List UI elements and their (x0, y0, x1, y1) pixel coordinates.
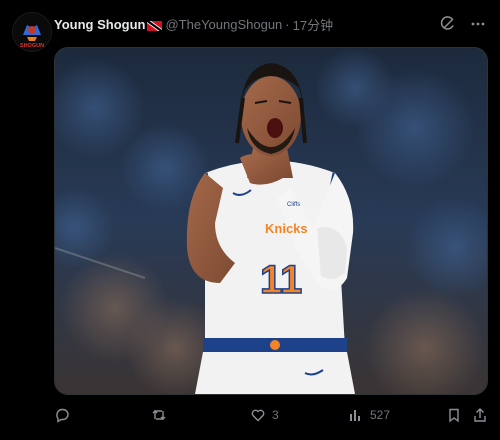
bookmark-icon (446, 407, 462, 423)
retweet-icon (151, 407, 167, 423)
reply-button[interactable] (54, 407, 76, 423)
timestamp[interactable]: 17分钟 (293, 15, 333, 34)
tweet-media-photo[interactable]: 11 Knicks Cliffs (54, 47, 488, 395)
views-icon (348, 407, 364, 423)
share-icon (472, 407, 488, 423)
tweet-header: Young Shogun @TheYoungShogun · 17分钟 (54, 14, 486, 34)
like-count: 3 (272, 408, 279, 422)
separator-dot: · (285, 16, 290, 32)
bookmark-button[interactable] (446, 407, 462, 423)
flag-icon (147, 19, 163, 31)
basketball-player-photo: 11 Knicks Cliffs (55, 48, 487, 394)
views-button[interactable]: 527 (348, 407, 390, 423)
avatar-text: SHOGUN (20, 43, 44, 49)
tweet-action-bar: 3 527 (54, 404, 486, 426)
jersey-logo-text: Cliffs (287, 202, 300, 208)
retweet-button[interactable] (151, 407, 173, 423)
avatar-image: SHOGUN (13, 13, 51, 51)
author-handle[interactable]: @TheYoungShogun (165, 17, 282, 32)
author-name[interactable]: Young Shogun (54, 17, 145, 32)
grok-icon[interactable] (440, 16, 456, 32)
avatar[interactable]: SHOGUN (12, 12, 52, 52)
share-button[interactable] (472, 407, 488, 423)
more-icon[interactable] (470, 16, 486, 32)
jersey-text: Knicks (265, 221, 308, 236)
jersey-number: 11 (260, 258, 302, 302)
like-icon (250, 407, 266, 423)
like-button[interactable]: 3 (250, 407, 279, 423)
reply-icon (54, 407, 70, 423)
header-actions (440, 16, 486, 32)
views-count: 527 (370, 408, 391, 422)
